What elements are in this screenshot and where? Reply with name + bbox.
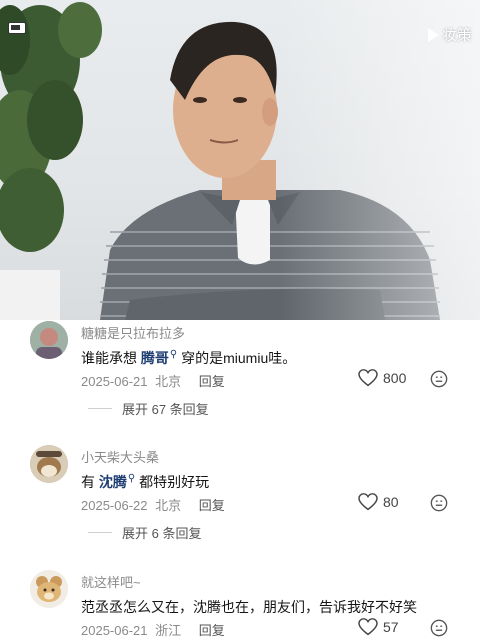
wall-highlight (280, 0, 480, 320)
avatar[interactable] (30, 445, 68, 483)
reply-button[interactable]: 回复 (199, 374, 225, 389)
heart-outline-icon (358, 493, 378, 511)
video-watermark: 妆策 (427, 24, 472, 45)
comment-username[interactable]: 糖糖是只拉布拉多 (81, 323, 185, 342)
emoji-face-icon[interactable] (430, 370, 448, 388)
comment-username[interactable]: 就这样吧~ (81, 572, 141, 591)
comment-text: 谁能承想 腾哥⚲ 穿的是miumiu哇。 (81, 349, 297, 366)
avatar-image (30, 570, 68, 608)
comment-text: 有 沈腾⚲ 都特别好玩 (81, 473, 210, 490)
comment-date: 2025-06-21 (81, 374, 148, 389)
video-frame[interactable]: 妆策 (0, 0, 480, 320)
reply-button[interactable]: 回复 (199, 498, 225, 513)
comment-location: 北京 (155, 374, 182, 389)
heart-outline-icon (358, 369, 378, 387)
like-count: 80 (383, 494, 399, 510)
expand-replies-button[interactable]: 展开 6 条回复 (88, 523, 201, 542)
play-icon (427, 27, 439, 42)
heart-outline-icon (358, 618, 378, 636)
like-count: 57 (383, 619, 399, 635)
comment-location: 北京 (155, 498, 182, 513)
avatar[interactable] (30, 321, 68, 359)
search-link-icon: ⚲ (169, 349, 178, 361)
comment-meta: 2025-06-21 浙江 回复 (81, 620, 225, 639)
avatar[interactable] (30, 570, 68, 608)
emoji-face-icon[interactable] (430, 494, 448, 512)
comment-location: 浙江 (155, 623, 182, 638)
battery-icon (8, 22, 26, 34)
expand-divider (88, 532, 112, 533)
mention-link[interactable]: 腾哥⚲ (141, 349, 178, 366)
avatar-image (30, 445, 68, 483)
search-link-icon: ⚲ (127, 473, 136, 485)
comment-text: 范丞丞怎么又在，沈腾也在，朋友们，告诉我好不好笑 (81, 599, 417, 615)
reply-button[interactable]: 回复 (199, 623, 225, 638)
like-button[interactable]: 80 (358, 493, 399, 511)
comment-date: 2025-06-22 (81, 498, 148, 513)
comment-meta: 2025-06-22 北京 回复 (81, 495, 225, 514)
comment-date: 2025-06-21 (81, 623, 148, 638)
like-count: 800 (383, 370, 407, 386)
like-button[interactable]: 800 (358, 369, 406, 387)
comment-username[interactable]: 小天柴大头桑 (81, 447, 159, 466)
mention-link[interactable]: 沈腾⚲ (99, 473, 136, 490)
avatar-image (30, 321, 68, 359)
emoji-face-icon[interactable] (430, 619, 448, 637)
plant-illustration (0, 2, 102, 320)
comment-meta: 2025-06-21 北京 回复 (81, 371, 225, 390)
expand-replies-button[interactable]: 展开 67 条回复 (88, 399, 209, 418)
like-button[interactable]: 57 (358, 618, 399, 636)
expand-divider (88, 408, 112, 409)
comment-list[interactable]: 糖糖是只拉布拉多 谁能承想 腾哥⚲ 穿的是miumiu哇。 2025-06-21… (0, 320, 480, 640)
